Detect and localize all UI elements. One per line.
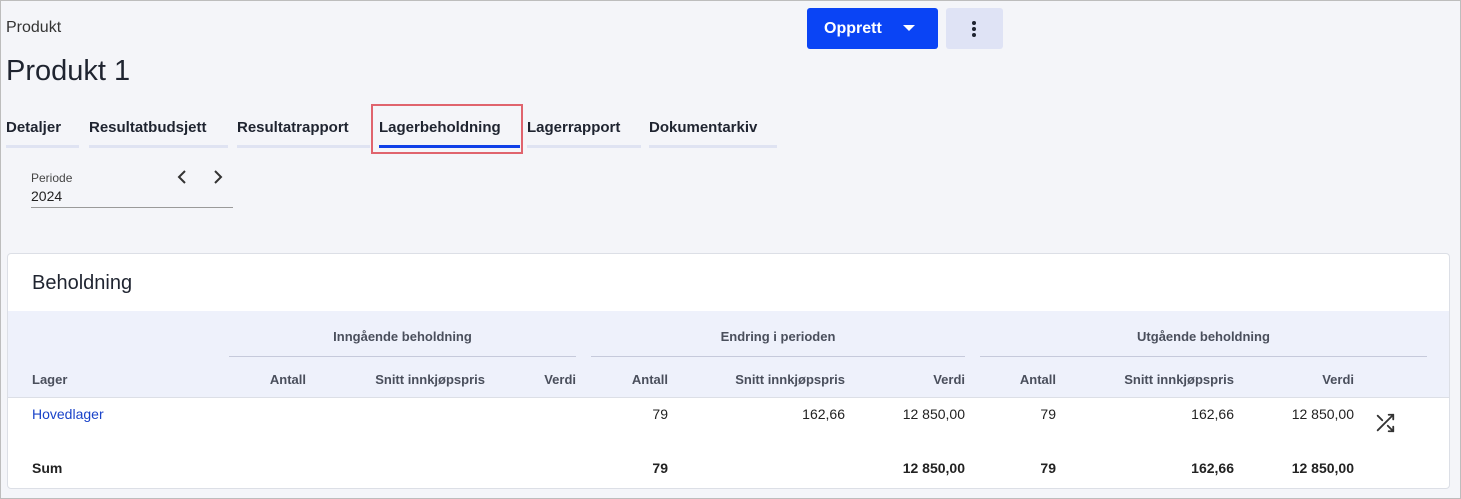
tab-dokumentarkiv[interactable]: Dokumentarkiv	[649, 119, 757, 136]
group-divider	[980, 356, 1427, 357]
period-label: Periode	[31, 171, 73, 185]
sum-label: Sum	[32, 460, 63, 476]
col-header-ut-antall: Antall	[1019, 372, 1056, 387]
col-header-in-verdi: Verdi	[544, 372, 576, 387]
cell-end-antall: 79	[652, 406, 668, 422]
tab-resultatbudsjett[interactable]: Resultatbudsjett	[89, 119, 207, 136]
create-button[interactable]: Opprett	[807, 8, 938, 49]
group-header-utgaende: Utgående beholdning	[1137, 329, 1270, 344]
sum-ut-verdi: 12 850,00	[1291, 460, 1354, 476]
group-header-endring: Endring i perioden	[720, 329, 836, 344]
tab-underline	[6, 145, 79, 148]
cell-ut-antall: 79	[1040, 406, 1056, 422]
card-title: Beholdning	[32, 272, 133, 294]
more-actions-button[interactable]	[946, 8, 1003, 49]
col-header-ut-snitt: Snitt innkjøpspris	[1124, 372, 1234, 387]
chevron-left-icon[interactable]	[173, 167, 193, 187]
cell-end-snitt: 162,66	[802, 406, 845, 422]
period-underline	[31, 207, 233, 208]
sum-ut-antall: 79	[1040, 460, 1056, 476]
group-header-inngaende: Inngående beholdning	[333, 329, 472, 344]
period-value[interactable]: 2024	[31, 188, 62, 204]
cell-ut-verdi: 12 850,00	[1291, 406, 1354, 422]
tab-underline	[237, 145, 370, 148]
sum-ut-snitt: 162,66	[1191, 460, 1234, 476]
col-header-end-antall: Antall	[631, 372, 668, 387]
create-button-label: Opprett	[824, 19, 882, 37]
col-header-in-snitt: Snitt innkjøpspris	[375, 372, 485, 387]
group-divider	[591, 356, 965, 357]
caret-down-icon	[903, 25, 915, 31]
tab-underline	[89, 145, 228, 148]
breadcrumb[interactable]: Produkt	[6, 19, 61, 37]
beholdning-card: Beholdning Inngående beholdning Endring …	[7, 253, 1450, 489]
group-divider	[229, 356, 576, 357]
sum-end-verdi: 12 850,00	[902, 460, 965, 476]
cell-end-verdi: 12 850,00	[902, 406, 965, 422]
sum-end-antall: 79	[652, 460, 668, 476]
col-header-lager: Lager	[32, 372, 68, 387]
col-header-in-antall: Antall	[269, 372, 306, 387]
active-tab-highlight	[371, 104, 523, 154]
tab-underline	[527, 145, 641, 148]
shuffle-icon[interactable]	[1374, 412, 1396, 434]
header-divider	[8, 397, 1449, 398]
col-header-end-verdi: Verdi	[933, 372, 965, 387]
tab-lagerrapport[interactable]: Lagerrapport	[527, 119, 620, 136]
lager-link[interactable]: Hovedlager	[32, 406, 104, 422]
cell-ut-snitt: 162,66	[1191, 406, 1234, 422]
chevron-right-icon[interactable]	[207, 167, 227, 187]
col-header-ut-verdi: Verdi	[1322, 372, 1354, 387]
tab-underline	[649, 145, 777, 148]
tab-resultatrapport[interactable]: Resultatrapport	[237, 119, 349, 136]
page-title: Produkt 1	[6, 55, 131, 87]
tab-detaljer[interactable]: Detaljer	[6, 119, 61, 136]
col-header-end-snitt: Snitt innkjøpspris	[735, 372, 845, 387]
